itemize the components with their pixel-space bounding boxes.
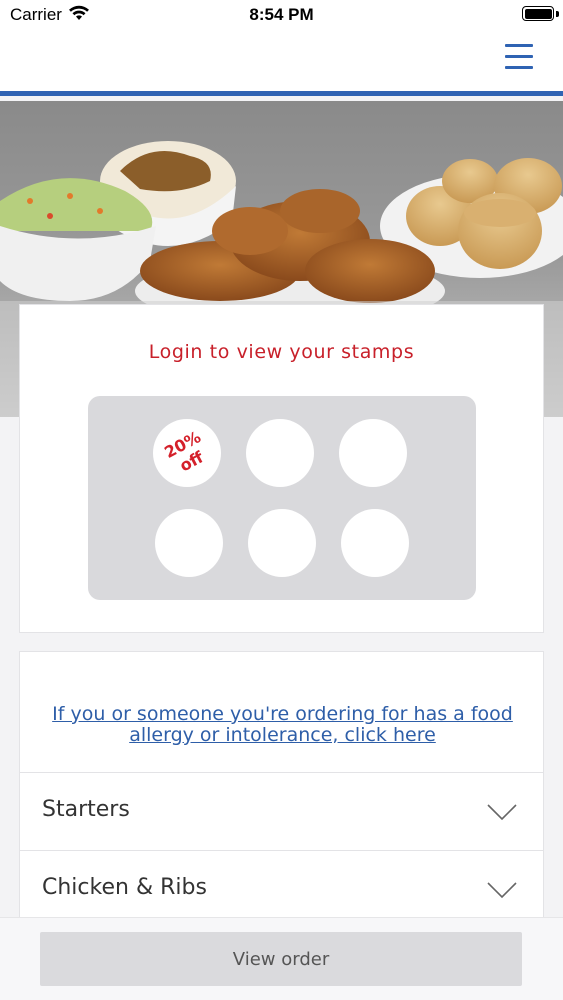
stamp-slot xyxy=(246,419,314,487)
stamp-slot: 20% off xyxy=(153,419,221,487)
chevron-down-icon xyxy=(487,882,517,899)
view-order-button[interactable]: View order xyxy=(40,932,522,986)
stamp-login-prompt[interactable]: Login to view your stamps xyxy=(20,341,543,363)
chevron-down-icon xyxy=(487,804,517,821)
menu-card: If you or someone you're ordering for ha… xyxy=(19,651,544,951)
hamburger-menu-icon[interactable] xyxy=(505,42,537,72)
app-screen: Carrier 8:54 PM Login to view your stamp… xyxy=(0,0,563,1000)
order-footer: View order xyxy=(0,917,563,1000)
clock: 8:54 PM xyxy=(249,5,314,24)
stamp-reward-label: 20% off xyxy=(161,427,207,476)
stamp-slot xyxy=(341,509,409,577)
status-bar: Carrier 8:54 PM xyxy=(0,0,563,30)
battery-tip xyxy=(556,11,559,17)
stamp-card: Login to view your stamps 20% off xyxy=(19,304,544,633)
stamp-slot xyxy=(248,509,316,577)
category-label: Starters xyxy=(42,797,130,822)
stamp-slot xyxy=(155,509,223,577)
allergy-info-link[interactable]: If you or someone you're ordering for ha… xyxy=(40,704,525,746)
app-header xyxy=(0,30,563,96)
category-label: Chicken & Ribs xyxy=(42,875,207,900)
stamp-grid: 20% off xyxy=(88,396,476,600)
battery-icon xyxy=(522,6,554,21)
stamp-slot xyxy=(339,419,407,487)
category-starters[interactable]: Starters xyxy=(20,772,543,850)
